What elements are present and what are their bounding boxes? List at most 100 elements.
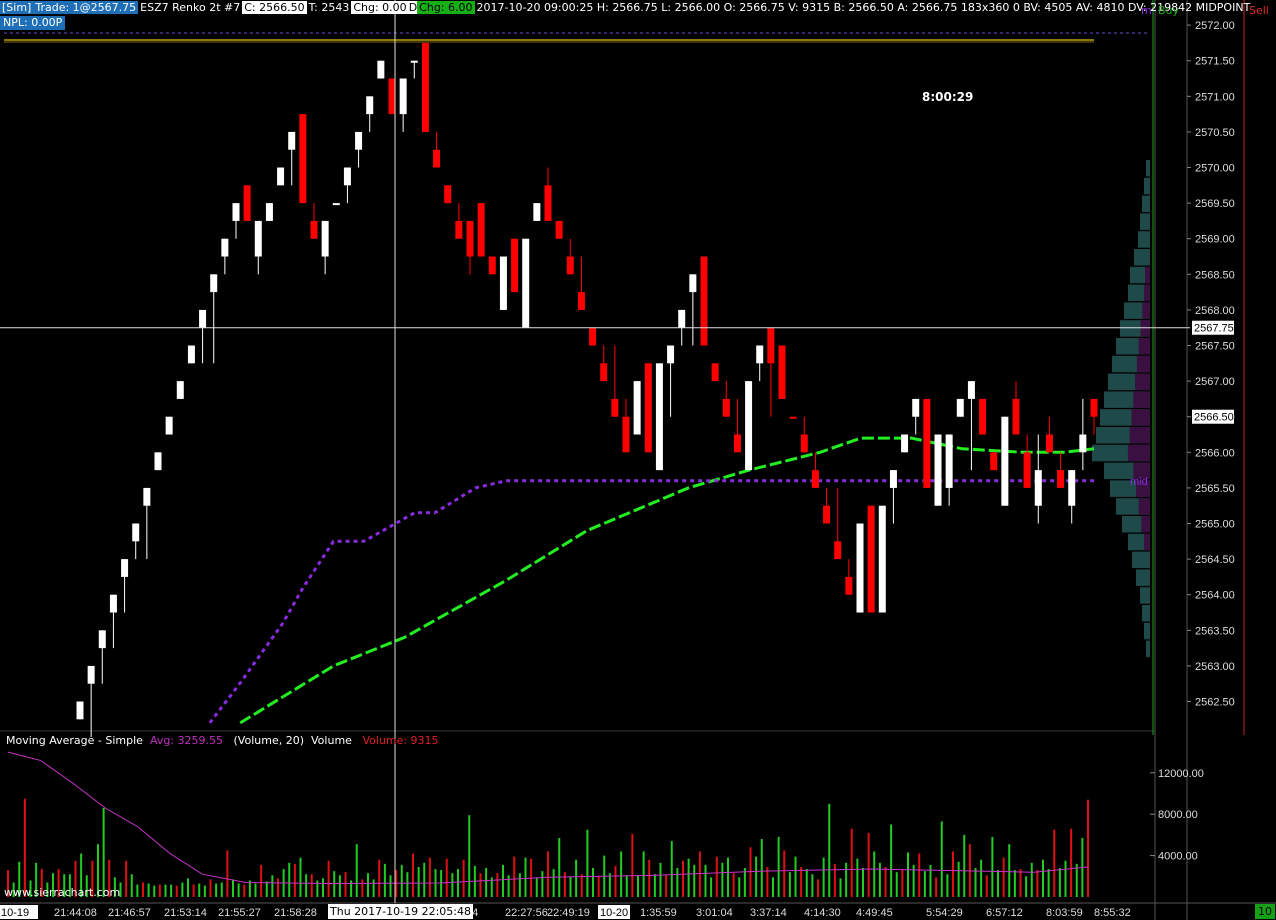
time-tick-label: 4:14:30 bbox=[804, 907, 841, 919]
volume-bar bbox=[468, 815, 471, 897]
price-bar-body bbox=[343, 167, 351, 186]
volume-bar bbox=[254, 883, 257, 897]
volume-bar bbox=[569, 876, 572, 897]
price-bar-body bbox=[488, 256, 496, 275]
profile-inner bbox=[1131, 409, 1150, 426]
price-tick-label: 2568.50 bbox=[1195, 269, 1235, 281]
price-bar-body bbox=[934, 434, 942, 506]
volume-bar bbox=[535, 877, 538, 897]
volume-value: Volume: 9315 bbox=[362, 734, 439, 747]
volume-tick-label: 12000.00 bbox=[1158, 768, 1204, 780]
volume-bar bbox=[1075, 863, 1078, 897]
volume-bar bbox=[558, 837, 561, 897]
price-tick-label: 2568.00 bbox=[1195, 305, 1235, 317]
date-tick-label: 10-20 bbox=[600, 907, 628, 919]
volume-bar bbox=[1070, 828, 1073, 897]
profile-bar bbox=[1138, 231, 1150, 248]
volume-bar bbox=[428, 857, 431, 897]
sell-column-label[interactable]: Sell bbox=[1249, 4, 1269, 17]
volume-bar bbox=[727, 857, 729, 897]
volume-bar bbox=[856, 858, 859, 897]
price-bar-body bbox=[566, 256, 574, 275]
price-bar-body bbox=[288, 131, 296, 150]
volume-bar bbox=[260, 864, 263, 897]
time-tick-label: 8:55:32 bbox=[1094, 907, 1131, 919]
volume-bar bbox=[1002, 857, 1005, 897]
volume-bar bbox=[130, 874, 133, 897]
price-bar-body bbox=[321, 220, 329, 257]
volume-bar bbox=[277, 878, 279, 897]
price-tick-label: 2572.00 bbox=[1195, 20, 1235, 32]
volume-bar bbox=[175, 885, 178, 897]
volume-bar bbox=[850, 828, 853, 897]
volume-bar bbox=[839, 878, 842, 897]
volume-bar bbox=[220, 882, 223, 897]
price-tick-label: 2570.00 bbox=[1195, 163, 1235, 175]
volume-bar bbox=[457, 869, 459, 897]
price-bar-body bbox=[856, 523, 864, 613]
trade-badge[interactable]: Trade: 1@2567.75 bbox=[33, 1, 139, 14]
volume-bar bbox=[620, 851, 623, 897]
price-bar-body bbox=[967, 381, 975, 399]
buy-column-label[interactable]: Buy bbox=[1158, 4, 1179, 17]
time-tick-label: 21:58:28 bbox=[274, 907, 317, 919]
volume-bar bbox=[451, 873, 454, 897]
volume-bar bbox=[502, 864, 504, 897]
volume-bar bbox=[496, 873, 499, 897]
volume-bar bbox=[271, 875, 274, 897]
volume-bar bbox=[136, 884, 139, 897]
cursor-time-label: Thu 2017-10-19 22:05:48 bbox=[328, 904, 473, 919]
volume-bar bbox=[777, 836, 780, 897]
volume-bar bbox=[653, 874, 656, 897]
time-tick-label: 3:37:14 bbox=[750, 907, 787, 919]
m-label: m bbox=[1141, 4, 1152, 17]
profile-bar bbox=[1146, 160, 1150, 177]
volume-bar bbox=[547, 851, 549, 897]
price-bar-body bbox=[109, 594, 117, 613]
volume-bar bbox=[322, 878, 324, 897]
price-tick-label: 2563.50 bbox=[1195, 625, 1235, 637]
volume-bar bbox=[755, 856, 758, 897]
price-bar-body bbox=[1012, 398, 1020, 435]
price-bar-body bbox=[945, 434, 953, 488]
midpoint-line bbox=[208, 479, 1094, 724]
price-bar-body bbox=[421, 42, 429, 132]
price-bar-body bbox=[299, 114, 307, 204]
volume-tick-label: 4000.00 bbox=[1158, 851, 1198, 863]
price-bar-body bbox=[1023, 452, 1031, 488]
volume-bar bbox=[1019, 869, 1022, 897]
volume-bar bbox=[445, 858, 448, 897]
price-bar-body bbox=[845, 576, 853, 595]
price-tick-label: 2564.50 bbox=[1195, 554, 1235, 566]
profile-bar bbox=[1136, 569, 1150, 586]
volume-bar bbox=[935, 877, 938, 897]
volume-bar bbox=[670, 841, 673, 897]
volume-label: Volume bbox=[311, 734, 352, 747]
volume-bar bbox=[153, 885, 156, 897]
volume-bar bbox=[412, 853, 414, 897]
volume-bar bbox=[1087, 799, 1089, 897]
volume-bar bbox=[895, 872, 898, 897]
volume-bar bbox=[440, 870, 443, 897]
volume-bar bbox=[985, 875, 988, 897]
volume-bar bbox=[518, 873, 521, 897]
volume-profile bbox=[1092, 160, 1150, 658]
price-bar-body bbox=[1068, 470, 1076, 506]
price-tick-label: 2566.00 bbox=[1195, 447, 1235, 459]
volume-bar bbox=[625, 875, 628, 897]
volume-bar bbox=[209, 879, 212, 897]
volume-bar bbox=[23, 798, 26, 897]
volume-bar bbox=[811, 874, 814, 897]
volume-bar bbox=[1036, 870, 1039, 897]
price-bar-body bbox=[733, 434, 741, 453]
volume-bar bbox=[788, 872, 791, 897]
profile-inner bbox=[1142, 302, 1150, 319]
price-bar-body bbox=[577, 292, 585, 310]
volume-bar bbox=[203, 885, 206, 897]
volume-bar bbox=[524, 857, 527, 897]
volume-bar bbox=[940, 821, 943, 897]
account-badge[interactable]: [Sim] bbox=[0, 1, 34, 14]
price-bar-body bbox=[622, 416, 630, 453]
price-bar-body bbox=[210, 274, 218, 293]
price-bar-body bbox=[990, 452, 998, 471]
